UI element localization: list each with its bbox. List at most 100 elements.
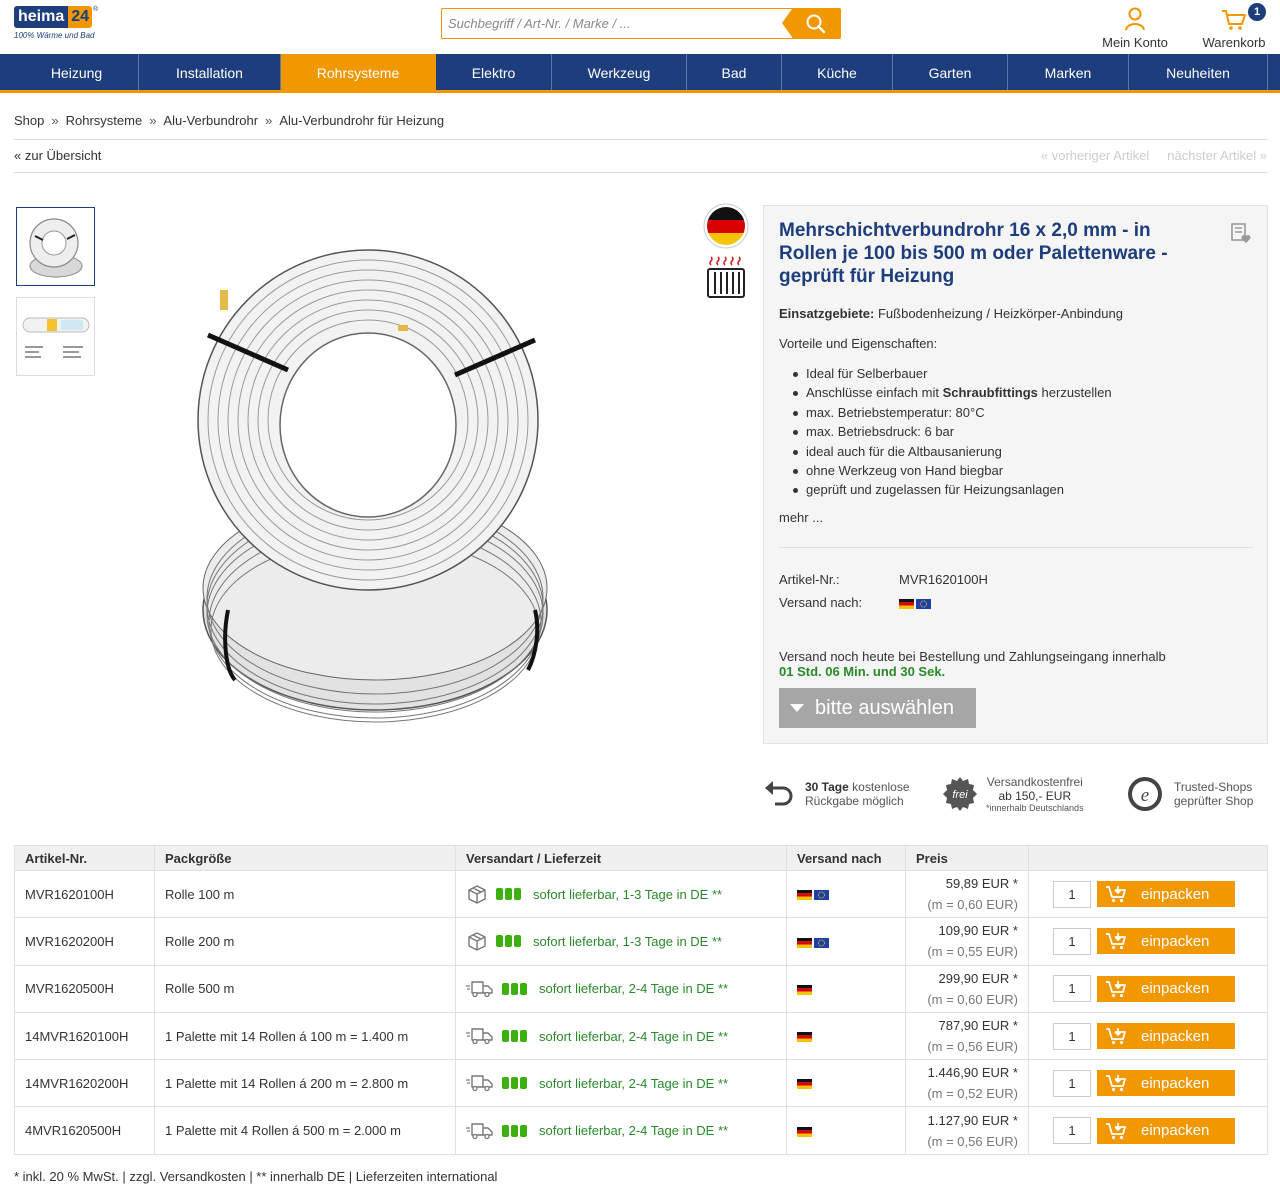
truck-shipping-icon bbox=[466, 1028, 493, 1045]
quantity-input[interactable] bbox=[1053, 927, 1091, 955]
breadcrumb-item[interactable]: Rohrsysteme bbox=[66, 113, 143, 128]
eu-flag-icon bbox=[916, 598, 931, 609]
search-icon bbox=[806, 14, 826, 33]
price-value: 299,90 EUR * bbox=[938, 970, 1019, 986]
column-header bbox=[1028, 845, 1268, 871]
price-value: 787,90 EUR * bbox=[938, 1018, 1019, 1034]
column-header: Preis bbox=[905, 845, 1029, 871]
previous-article-link[interactable]: « vorheriger Artikel bbox=[1041, 148, 1149, 163]
site-logo[interactable]: heima 24 ® 100% Wärme und Bad bbox=[14, 6, 106, 46]
quantity-input[interactable] bbox=[1053, 1022, 1091, 1050]
account-link[interactable]: Mein Konto bbox=[1098, 5, 1172, 50]
add-to-cart-icon bbox=[1106, 1075, 1126, 1092]
breadcrumb-item[interactable]: Alu-Verbundrohr bbox=[163, 113, 258, 128]
cart-link[interactable]: 1 Warenkorb bbox=[1196, 3, 1272, 50]
search-bar bbox=[441, 8, 841, 39]
wishlist-icon[interactable] bbox=[1230, 222, 1252, 244]
unit-price: (m = 0,60 EUR) bbox=[927, 897, 1018, 913]
table-row: MVR1620200H Rolle 200 m sofort lieferbar, … bbox=[14, 917, 1268, 966]
parcel-shipping-icon bbox=[468, 932, 486, 952]
table-row: 14MVR1620100H 1 Palette mit 14 Rollen á 1… bbox=[14, 1011, 1268, 1061]
price-value: 1.446,90 EUR * bbox=[927, 1065, 1018, 1081]
article-number-value: MVR1620100H bbox=[899, 572, 988, 587]
more-details-link[interactable]: mehr ... bbox=[779, 510, 823, 525]
back-to-overview-link[interactable]: « zur Übersicht bbox=[14, 148, 101, 163]
add-to-cart-button[interactable]: einpacken bbox=[1097, 928, 1235, 955]
feature-item: max. Betriebsdruck: 6 bar bbox=[793, 422, 1112, 441]
add-to-cart-button[interactable]: einpacken bbox=[1097, 975, 1235, 1002]
pack-size-cell: Rolle 100 m bbox=[154, 869, 456, 919]
nav-item-kueche[interactable]: Küche bbox=[782, 54, 893, 90]
next-article-link[interactable]: nächster Artikel » bbox=[1167, 148, 1267, 163]
quantity-input[interactable] bbox=[1053, 880, 1091, 908]
quantity-input[interactable] bbox=[1053, 975, 1091, 1003]
nav-item-neuheiten[interactable]: Neuheiten bbox=[1129, 54, 1268, 90]
feature-item: geprüft und zugelassen für Heizungsanlag… bbox=[793, 480, 1112, 499]
cart-label: Warenkorb bbox=[1202, 35, 1266, 50]
price-footnote: * inkl. 20 % MwSt. | zzgl. Versandkosten… bbox=[14, 1169, 498, 1184]
delivery-cell: sofort lieferbar, 1-3 Tage in DE ** bbox=[455, 917, 787, 966]
product-info-panel: Mehrschichtverbundrohr 16 x 2,0 mm - in … bbox=[763, 205, 1268, 744]
unit-price: (m = 0,52 EUR) bbox=[927, 1086, 1018, 1102]
search-button[interactable] bbox=[782, 9, 840, 38]
nav-item-rohrsysteme[interactable]: Rohrsysteme bbox=[281, 54, 436, 90]
germany-flag-icon bbox=[899, 598, 914, 609]
variants-table-body: MVR1620100H Rolle 100 m sofort lieferbar, … bbox=[14, 869, 1268, 1155]
logo-text-a: heima bbox=[14, 6, 69, 28]
quantity-input[interactable] bbox=[1053, 1117, 1091, 1145]
add-to-cart-button[interactable]: einpacken bbox=[1097, 1023, 1235, 1050]
shipping-countries-cell bbox=[786, 964, 906, 1013]
truck-shipping-icon bbox=[466, 1122, 493, 1139]
nav-item-garten[interactable]: Garten bbox=[893, 54, 1008, 90]
nav-item-werkzeug[interactable]: Werkzeug bbox=[552, 54, 687, 90]
availability-text: sofort lieferbar, 2-4 Tage in DE ** bbox=[539, 1028, 729, 1044]
table-row: MVR1620100H Rolle 100 m sofort lieferbar, … bbox=[14, 869, 1268, 919]
pack-size-cell: 1 Palette mit 4 Rollen á 500 m = 2.000 m bbox=[154, 1106, 456, 1155]
add-to-cart-button[interactable]: einpacken bbox=[1097, 1117, 1235, 1144]
feature-item: max. Betriebstemperatur: 80°C bbox=[793, 403, 1112, 422]
svg-text:frei: frei bbox=[952, 789, 968, 801]
breadcrumb-item[interactable]: Shop bbox=[14, 113, 44, 128]
add-to-cart-icon bbox=[1106, 933, 1126, 950]
add-to-cart-icon bbox=[1106, 886, 1126, 903]
free-returns-badge: 30 Tage kostenlose Rückgabe möglich bbox=[763, 772, 923, 816]
nav-item-bad[interactable]: Bad bbox=[687, 54, 782, 90]
unit-price: (m = 0,56 EUR) bbox=[927, 1133, 1018, 1149]
breadcrumb: Shop» Rohrsysteme» Alu-Verbundrohr» Alu-Ver… bbox=[14, 113, 445, 128]
add-to-cart-button[interactable]: einpacken bbox=[1097, 881, 1235, 908]
usage-areas: Einsatzgebiete: Fußbodenheizung / Heizkö… bbox=[779, 306, 1123, 321]
add-to-cart-button[interactable]: einpacken bbox=[1097, 1070, 1235, 1097]
search-input[interactable] bbox=[442, 9, 792, 38]
trusted-shops-badge[interactable]: e Trusted-Shops geprüfter Shop bbox=[1126, 772, 1268, 816]
pipe-crosssection-thumbnail-image bbox=[22, 317, 90, 358]
table-row: MVR1620500H Rolle 500 m sofort lieferbar, … bbox=[14, 964, 1268, 1013]
nav-item-marken[interactable]: Marken bbox=[1008, 54, 1129, 90]
variant-select-button[interactable]: bitte auswählen bbox=[779, 688, 976, 728]
availability-indicator bbox=[502, 1030, 529, 1043]
price-value: 1.127,90 EUR * bbox=[927, 1112, 1018, 1128]
nav-item-elektro[interactable]: Elektro bbox=[436, 54, 552, 90]
article-number-row: Artikel-Nr.: MVR1620100H bbox=[779, 572, 988, 587]
nav-item-heizung[interactable]: Heizung bbox=[15, 54, 139, 90]
nav-item-installation[interactable]: Installation bbox=[139, 54, 281, 90]
feature-item: Anschlüsse einfach mit Schraubfittings h… bbox=[793, 383, 1112, 402]
availability-text: sofort lieferbar, 1-3 Tage in DE ** bbox=[533, 886, 723, 902]
availability-text: sofort lieferbar, 2-4 Tage in DE ** bbox=[539, 1123, 729, 1139]
breadcrumb-item-current[interactable]: Alu-Verbundrohr für Heizung bbox=[279, 113, 444, 128]
quantity-input[interactable] bbox=[1053, 1069, 1091, 1097]
add-to-cart-icon bbox=[1106, 1122, 1126, 1139]
article-pager: « vorheriger Artikel nächster Artikel » bbox=[1023, 148, 1267, 163]
free-shipping-badge: frei Versandkostenfrei ab 150,- EUR *inn… bbox=[942, 772, 1102, 816]
product-title: Mehrschichtverbundrohr 16 x 2,0 mm - in … bbox=[779, 220, 1168, 287]
article-number-cell: MVR1620100H bbox=[14, 869, 155, 919]
product-thumbnail[interactable] bbox=[16, 207, 95, 286]
shipping-countdown: 01 Std. 06 Min. und 30 Sek. bbox=[779, 664, 946, 679]
delivery-cell: sofort lieferbar, 1-3 Tage in DE ** bbox=[455, 869, 787, 919]
product-thumbnail[interactable] bbox=[16, 297, 95, 376]
unit-price: (m = 0,60 EUR) bbox=[927, 991, 1018, 1007]
eu-flag-icon bbox=[814, 937, 829, 948]
pipe-coil-product-image[interactable] bbox=[180, 210, 580, 730]
article-number-cell: 14MVR1620200H bbox=[14, 1059, 155, 1108]
return-arrow-icon bbox=[765, 781, 793, 806]
svg-text:e: e bbox=[1141, 785, 1149, 806]
